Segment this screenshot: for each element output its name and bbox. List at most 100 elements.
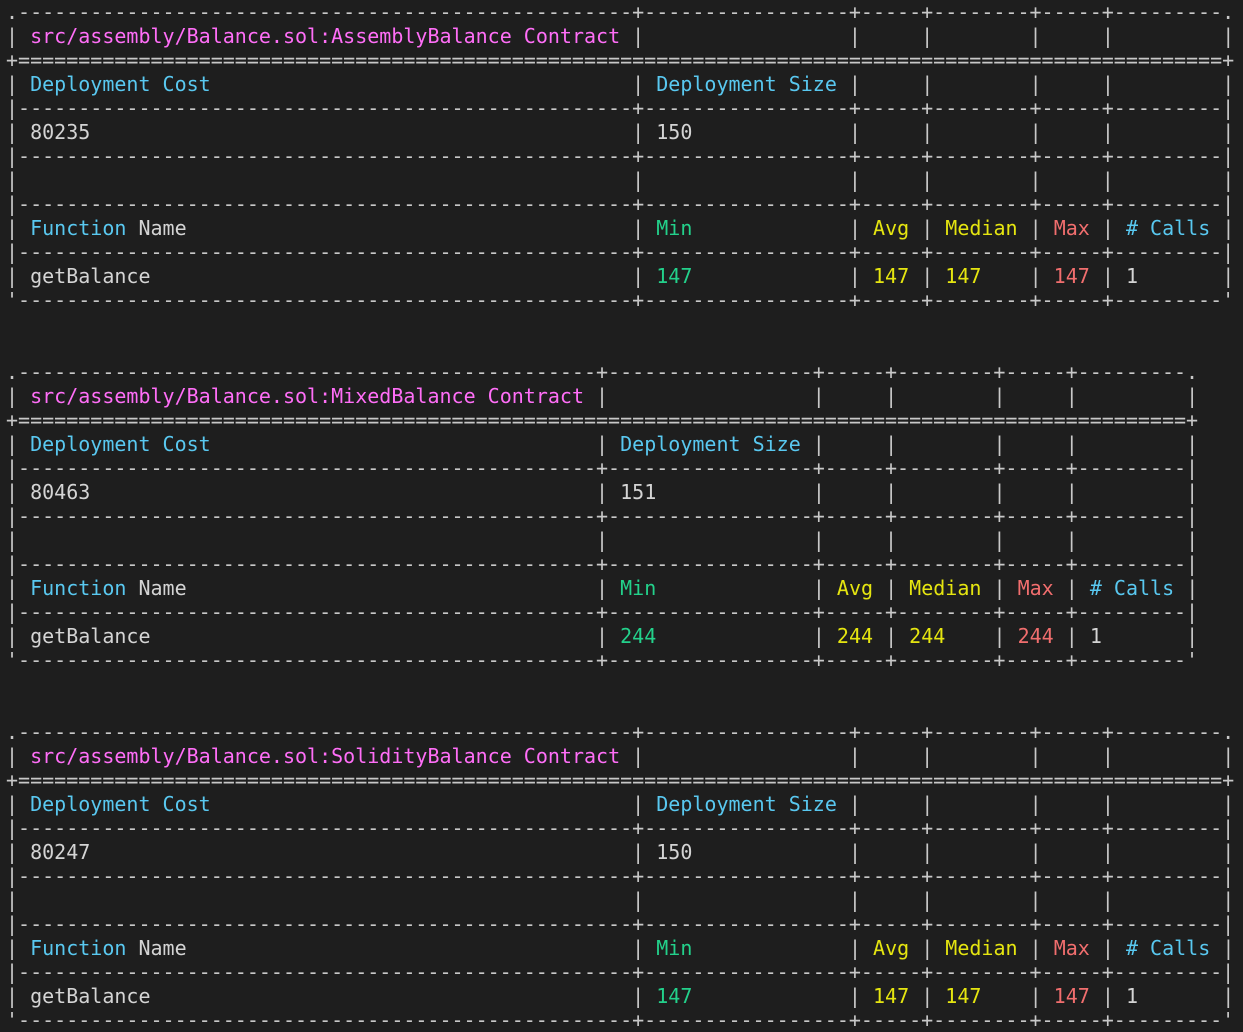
table-border: .---------------------------------------… xyxy=(6,0,1235,24)
table-border: | xyxy=(6,72,19,96)
table-border: | xyxy=(6,984,19,1008)
avg-header: Avg xyxy=(873,936,910,960)
table-border: |---------------------------------------… xyxy=(6,504,1199,528)
table-border: | xyxy=(632,744,645,768)
table-border: | xyxy=(596,384,609,408)
table-border: | xyxy=(812,432,825,456)
deployment-values-row: | 80463 | 151 | | | | | xyxy=(6,480,1234,504)
table-border: | xyxy=(6,168,19,192)
deployment-size-value: 150 xyxy=(656,840,693,864)
table-border: | xyxy=(1186,480,1199,504)
contract-title-row: | src/assembly/Balance.sol:AssemblyBalan… xyxy=(6,24,1234,48)
function-header-row: | Function Name | Min | Avg | Median | M… xyxy=(6,936,1234,960)
max-value: 147 xyxy=(1053,264,1090,288)
table-border: | xyxy=(632,936,645,960)
table-border: | xyxy=(921,216,934,240)
table-border: | xyxy=(921,840,934,864)
table-border: | xyxy=(812,480,825,504)
table-border: | xyxy=(1222,168,1235,192)
table-border: | xyxy=(1101,72,1114,96)
table-border: |---------------------------------------… xyxy=(6,144,1235,168)
table-border: | xyxy=(885,432,898,456)
table-border: | xyxy=(1186,528,1199,552)
table-border: | xyxy=(1029,744,1042,768)
table-border: |---------------------------------------… xyxy=(6,456,1199,480)
table-border: | xyxy=(6,888,19,912)
table-border: | xyxy=(1222,888,1235,912)
table-border: | xyxy=(921,120,934,144)
min-header: Min xyxy=(656,216,693,240)
table-border: '---------------------------------------… xyxy=(6,1008,1235,1032)
table-border: | xyxy=(885,384,898,408)
function-header-row: | Function Name | Min | Avg | Median | M… xyxy=(6,216,1234,240)
table-border: | xyxy=(1029,792,1042,816)
table-border: | xyxy=(6,624,19,648)
table-border: | xyxy=(921,24,934,48)
contract-path: src/assembly/Balance.sol:AssemblyBalance xyxy=(30,24,512,48)
name-header: Name xyxy=(138,936,187,960)
table-border: | xyxy=(885,480,898,504)
table-border: | xyxy=(6,120,19,144)
table-gap xyxy=(6,672,1234,720)
table-border: | xyxy=(885,576,898,600)
deployment-values-row: | 80247 | 150 | | | | | xyxy=(6,840,1234,864)
table-border: | xyxy=(848,888,861,912)
table-border: | xyxy=(848,168,861,192)
function-header-row: | Function Name | Min | Avg | Median | M… xyxy=(6,576,1234,600)
table-border: | xyxy=(1101,984,1114,1008)
table-border: | xyxy=(1101,744,1114,768)
deployment-header-row: | Deployment Cost | Deployment Size | | … xyxy=(6,792,1234,816)
deployment-size-value: 150 xyxy=(656,120,693,144)
table-border: .---------------------------------------… xyxy=(6,360,1199,384)
table-border: | xyxy=(921,984,934,1008)
table-border: | xyxy=(921,264,934,288)
table-border: | xyxy=(1222,264,1235,288)
table-border: | xyxy=(6,576,19,600)
table-border: | xyxy=(596,432,609,456)
calls-value: 1 xyxy=(1125,984,1138,1008)
deployment-size-header: Deployment Size xyxy=(656,72,837,96)
table-border: | xyxy=(6,24,19,48)
deployment-header-row: | Deployment Cost | Deployment Size | | … xyxy=(6,72,1234,96)
calls-value: 1 xyxy=(1125,264,1138,288)
table-border: | xyxy=(812,528,825,552)
max-value: 244 xyxy=(1017,624,1054,648)
table-border: | xyxy=(6,216,19,240)
terminal-output: .---------------------------------------… xyxy=(6,0,1234,1032)
calls-header: Calls xyxy=(1150,216,1211,240)
table-border: | xyxy=(1101,840,1114,864)
gas-report-table: .---------------------------------------… xyxy=(6,720,1234,1032)
table-border: | xyxy=(848,216,861,240)
table-border: | xyxy=(1222,936,1235,960)
table-border: | xyxy=(6,792,19,816)
min-value: 147 xyxy=(656,264,693,288)
median-value: 147 xyxy=(945,984,982,1008)
function-values-row: | getBalance | 147 | 147 | 147 | 147 | 1… xyxy=(6,264,1234,288)
avg-header: Avg xyxy=(836,576,874,600)
table-border: | xyxy=(993,432,1006,456)
avg-header: Avg xyxy=(873,216,910,240)
table-border: | xyxy=(1222,840,1235,864)
deployment-cost-header: Deployment Cost xyxy=(30,432,211,456)
table-border: | xyxy=(921,792,934,816)
deployment-cost-value: 80235 xyxy=(30,120,91,144)
deployment-size-header: Deployment Size xyxy=(620,432,801,456)
calls-hash-header: # xyxy=(1089,576,1102,600)
table-border: | xyxy=(848,840,861,864)
table-border: | xyxy=(1065,528,1078,552)
table-border: | xyxy=(632,72,645,96)
table-border: | xyxy=(1222,792,1235,816)
median-header: Median xyxy=(945,216,1018,240)
avg-value: 147 xyxy=(873,984,910,1008)
contract-label: Contract xyxy=(523,744,621,768)
table-border: | xyxy=(6,264,19,288)
median-header: Median xyxy=(945,936,1018,960)
table-border: | xyxy=(1065,480,1078,504)
name-header: Name xyxy=(138,216,187,240)
table-border: | xyxy=(1222,744,1235,768)
name-header: Name xyxy=(138,576,187,600)
table-border: | xyxy=(632,120,645,144)
table-border: | xyxy=(6,936,19,960)
table-border: | xyxy=(921,888,934,912)
empty-row: | | | | | | | xyxy=(6,528,1234,552)
